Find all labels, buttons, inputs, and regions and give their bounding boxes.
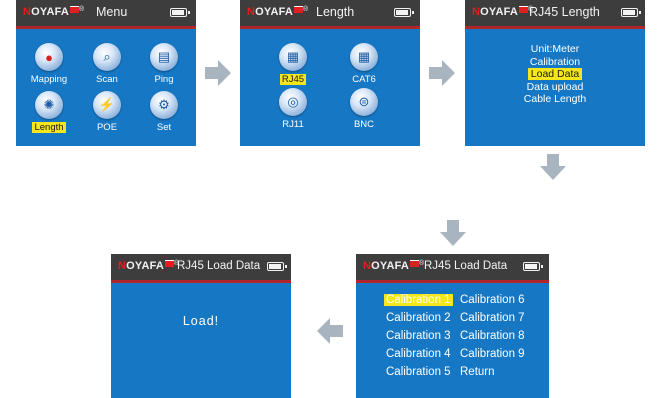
- bnc-connector-icon[interactable]: ⊜: [350, 88, 378, 116]
- calibration-option[interactable]: Calibration 3: [386, 330, 451, 342]
- length-icon[interactable]: ✺: [35, 91, 63, 119]
- calibration-option[interactable]: Calibration 1: [384, 294, 453, 306]
- menu-item-label[interactable]: Length: [19, 122, 79, 133]
- length-topbar: NOYAFA ® Length: [240, 0, 420, 29]
- battery-icon: [621, 8, 641, 17]
- brand-logo: NOYAFA ®: [23, 6, 85, 18]
- menu-item-label[interactable]: Ping: [134, 74, 194, 85]
- cat6-port-icon[interactable]: ▦: [350, 43, 378, 71]
- load-message: Load!: [182, 314, 220, 328]
- battery-icon: [394, 8, 414, 17]
- brand-logo: NOYAFA ®: [472, 6, 534, 18]
- menu-option[interactable]: Cable Length: [465, 93, 645, 105]
- screen-title: RJ45 Length: [529, 5, 600, 19]
- menu-option[interactable]: Load Data: [465, 68, 645, 80]
- arrow-right-icon: [205, 60, 231, 86]
- menu-item-label[interactable]: CAT6: [334, 74, 394, 85]
- menu-item-label[interactable]: POE: [77, 122, 137, 133]
- length-screen: NOYAFA ® Length ▦ RJ45 ▦ CAT6 ◎ RJ11 ⊜ BNC: [240, 0, 420, 146]
- menu-item-label[interactable]: BNC: [334, 119, 394, 130]
- menu-item-label[interactable]: RJ11: [263, 119, 323, 130]
- arrow-right-icon: [429, 60, 455, 86]
- mapping-icon[interactable]: ●: [35, 43, 63, 71]
- rj45-port-icon[interactable]: ▦: [279, 43, 307, 71]
- load-progress-screen: NOYAFA ® RJ45 Load Data Load!: [111, 254, 291, 398]
- arrow-down-icon: [540, 154, 566, 180]
- calibration-option[interactable]: Calibration 7: [460, 312, 525, 324]
- menu-item-label[interactable]: RJ45: [263, 74, 323, 85]
- battery-icon: [170, 8, 190, 17]
- menu-item-label[interactable]: Set: [134, 122, 194, 133]
- rj45-length-screen: NOYAFA ® RJ45 Length Unit:Meter Calibratio…: [465, 0, 645, 146]
- arrow-down-icon: [440, 220, 466, 246]
- brand-logo: NOYAFA ®: [247, 6, 309, 18]
- return-option[interactable]: Return: [460, 366, 495, 378]
- load-data-topbar: NOYAFA ® RJ45 Load Data: [356, 254, 549, 283]
- menu-topbar: NOYAFA ® Menu: [16, 0, 196, 29]
- calibration-option[interactable]: Calibration 9: [460, 348, 525, 360]
- menu-option[interactable]: Calibration: [465, 56, 645, 68]
- menu-screen: NOYAFA ® Menu ● Mapping ⌕ Scan ▤ Ping ✺ Length ⚡ P…: [16, 0, 196, 146]
- load-data-screen: NOYAFA ® RJ45 Load Data Calibration 1 Cali…: [356, 254, 549, 398]
- menu-option[interactable]: Unit:Meter: [465, 43, 645, 55]
- brand-logo: NOYAFA ®: [363, 260, 425, 272]
- menu-item-label[interactable]: Mapping: [19, 74, 79, 85]
- menu-item-label[interactable]: Scan: [77, 74, 137, 85]
- ping-icon[interactable]: ▤: [150, 43, 178, 71]
- calibration-option[interactable]: Calibration 5: [386, 366, 451, 378]
- rj11-port-icon[interactable]: ◎: [279, 88, 307, 116]
- arrow-left-icon: [317, 318, 343, 344]
- battery-icon: [267, 262, 287, 271]
- brand-logo: NOYAFA ®: [118, 260, 180, 272]
- screen-title: RJ45 Load Data: [424, 260, 508, 272]
- screen-title: Menu: [96, 5, 128, 19]
- screen-title: RJ45 Load Data: [177, 260, 261, 272]
- battery-icon: [523, 262, 543, 271]
- calibration-option[interactable]: Calibration 6: [460, 294, 525, 306]
- calibration-option[interactable]: Calibration 2: [386, 312, 451, 324]
- poe-icon[interactable]: ⚡: [93, 91, 121, 119]
- settings-gear-icon[interactable]: ⚙: [150, 91, 178, 119]
- screen-title: Length: [316, 5, 355, 19]
- scan-icon[interactable]: ⌕: [93, 43, 121, 71]
- calibration-option[interactable]: Calibration 4: [386, 348, 451, 360]
- load-progress-topbar: NOYAFA ® RJ45 Load Data: [111, 254, 291, 283]
- rj45-length-topbar: NOYAFA ® RJ45 Length: [465, 0, 645, 29]
- calibration-option[interactable]: Calibration 8: [460, 330, 525, 342]
- menu-option[interactable]: Data upload: [465, 81, 645, 93]
